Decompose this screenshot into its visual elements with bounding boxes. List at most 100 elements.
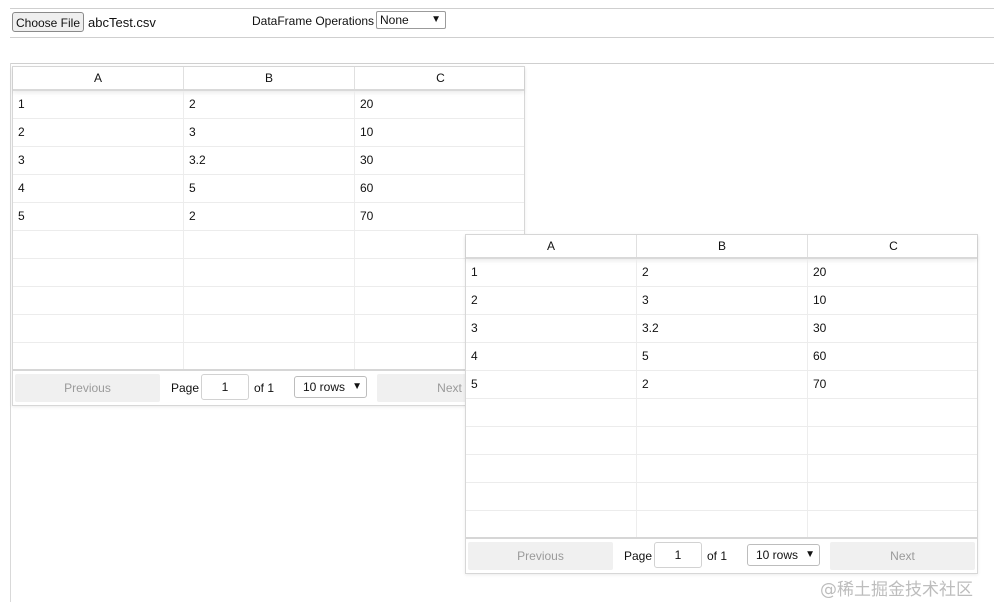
chevron-down-icon: ▼: [352, 381, 362, 392]
empty-table-cell: [637, 511, 808, 538]
empty-table-cell: [184, 231, 355, 258]
page-total-label: of 1: [254, 381, 275, 395]
empty-table-row: [466, 427, 977, 455]
empty-table-cell: [637, 399, 808, 426]
operations-select-value: None: [380, 13, 409, 27]
table-header-row: A B C: [466, 235, 977, 259]
table-cell: 1: [466, 259, 637, 286]
page-label: Page: [624, 549, 653, 563]
rows-per-page-value: 10 rows: [303, 380, 346, 394]
watermark-text: @稀土掘金技术社区: [820, 580, 973, 600]
selected-file-name: abcTest.csv: [88, 15, 156, 30]
table-cell: 20: [813, 265, 827, 279]
column-header-c[interactable]: C: [808, 235, 979, 257]
data-table-1: A B C 1 2 20 2 3 10 3 3.2 30 4 5 60 5 2 …: [12, 66, 525, 406]
column-header-a[interactable]: A: [13, 67, 184, 89]
table-cell: 3: [184, 119, 355, 146]
table-cell: 2: [13, 119, 184, 146]
table-cell: 2: [637, 259, 808, 286]
table-row: 2 3 10: [13, 119, 524, 147]
table-row: 4 5 60: [466, 343, 977, 371]
table-cell: 5: [637, 343, 808, 370]
empty-table-cell: [466, 511, 637, 538]
rows-per-page-value: 10 rows: [756, 548, 799, 562]
column-header-c[interactable]: C: [355, 67, 526, 89]
table-cell: 5: [13, 203, 184, 230]
table-cell: 3.2: [184, 147, 355, 174]
table-cell: 3: [637, 287, 808, 314]
empty-table-row: [13, 287, 524, 315]
previous-page-button[interactable]: Previous: [468, 542, 613, 570]
page-label: Page: [171, 381, 200, 395]
empty-table-row: [13, 315, 524, 343]
choose-file-button[interactable]: Choose File: [12, 12, 84, 32]
empty-table-cell: [13, 231, 184, 258]
table-cell: 2: [466, 287, 637, 314]
operations-select[interactable]: None ▼: [376, 11, 446, 29]
left-divider: [10, 63, 11, 602]
table-cell: 3: [466, 315, 637, 342]
empty-table-row: [466, 455, 977, 483]
page-total-label: of 1: [707, 549, 728, 563]
rows-per-page-select[interactable]: 10 rows ▼: [747, 544, 820, 566]
empty-table-row: [13, 231, 524, 259]
empty-table-cell: [466, 427, 637, 454]
empty-table-row: [13, 259, 524, 287]
table-row: 3 3.2 30: [13, 147, 524, 175]
operations-label: DataFrame Operations: [252, 14, 375, 28]
pagination-bar: Previous Page 1 of 1 10 rows ▼ Next: [466, 537, 977, 573]
page-number-input[interactable]: 1: [201, 374, 249, 400]
table-row: 1 2 20: [466, 259, 977, 287]
column-header-b[interactable]: B: [184, 67, 355, 89]
empty-table-cell: [13, 343, 184, 370]
empty-table-cell: [808, 455, 979, 482]
empty-table-cell: [637, 427, 808, 454]
empty-table-cell: [808, 427, 979, 454]
table-cell: 60: [813, 349, 827, 363]
chevron-down-icon: ▼: [805, 549, 815, 560]
empty-table-row: [466, 511, 977, 539]
empty-table-row: [466, 483, 977, 511]
table-row: 2 3 10: [466, 287, 977, 315]
table-body: 1 2 20 2 3 10 3 3.2 30 4 5 60 5 2 70: [13, 91, 524, 371]
column-header-a[interactable]: A: [466, 235, 637, 257]
table-cell: 2: [184, 203, 355, 230]
table-header-row: A B C: [13, 67, 524, 91]
table-cell: 70: [813, 377, 827, 391]
toolbar: Choose File abcTest.csv DataFrame Operat…: [10, 8, 994, 38]
empty-table-cell: [184, 259, 355, 286]
empty-table-cell: [808, 399, 979, 426]
previous-page-button[interactable]: Previous: [15, 374, 160, 402]
table-row: 5 2 70: [13, 203, 524, 231]
empty-table-cell: [184, 343, 355, 370]
table-cell: 30: [360, 153, 374, 167]
table-row: 4 5 60: [13, 175, 524, 203]
empty-table-cell: [13, 287, 184, 314]
table-cell: 5: [184, 175, 355, 202]
empty-table-row: [466, 399, 977, 427]
empty-table-cell: [637, 455, 808, 482]
rows-per-page-select[interactable]: 10 rows ▼: [294, 376, 367, 398]
empty-table-cell: [466, 483, 637, 510]
table-row: 1 2 20: [13, 91, 524, 119]
table-cell: 70: [360, 209, 374, 223]
table-cell: 4: [466, 343, 637, 370]
table-row: 5 2 70: [466, 371, 977, 399]
next-page-button[interactable]: Next: [830, 542, 975, 570]
table-cell: 2: [184, 91, 355, 118]
empty-table-cell: [13, 259, 184, 286]
empty-table-cell: [808, 483, 979, 510]
table-cell: 20: [360, 97, 374, 111]
table-cell: 5: [466, 371, 637, 398]
table-cell: 3.2: [637, 315, 808, 342]
table-cell: 3: [13, 147, 184, 174]
page-number-input[interactable]: 1: [654, 542, 702, 568]
table-row: 3 3.2 30: [466, 315, 977, 343]
empty-table-cell: [466, 399, 637, 426]
table-cell: 30: [813, 321, 827, 335]
content-divider: [10, 63, 994, 64]
empty-table-cell: [184, 315, 355, 342]
column-header-b[interactable]: B: [637, 235, 808, 257]
table-cell: 10: [360, 125, 374, 139]
empty-table-cell: [466, 455, 637, 482]
